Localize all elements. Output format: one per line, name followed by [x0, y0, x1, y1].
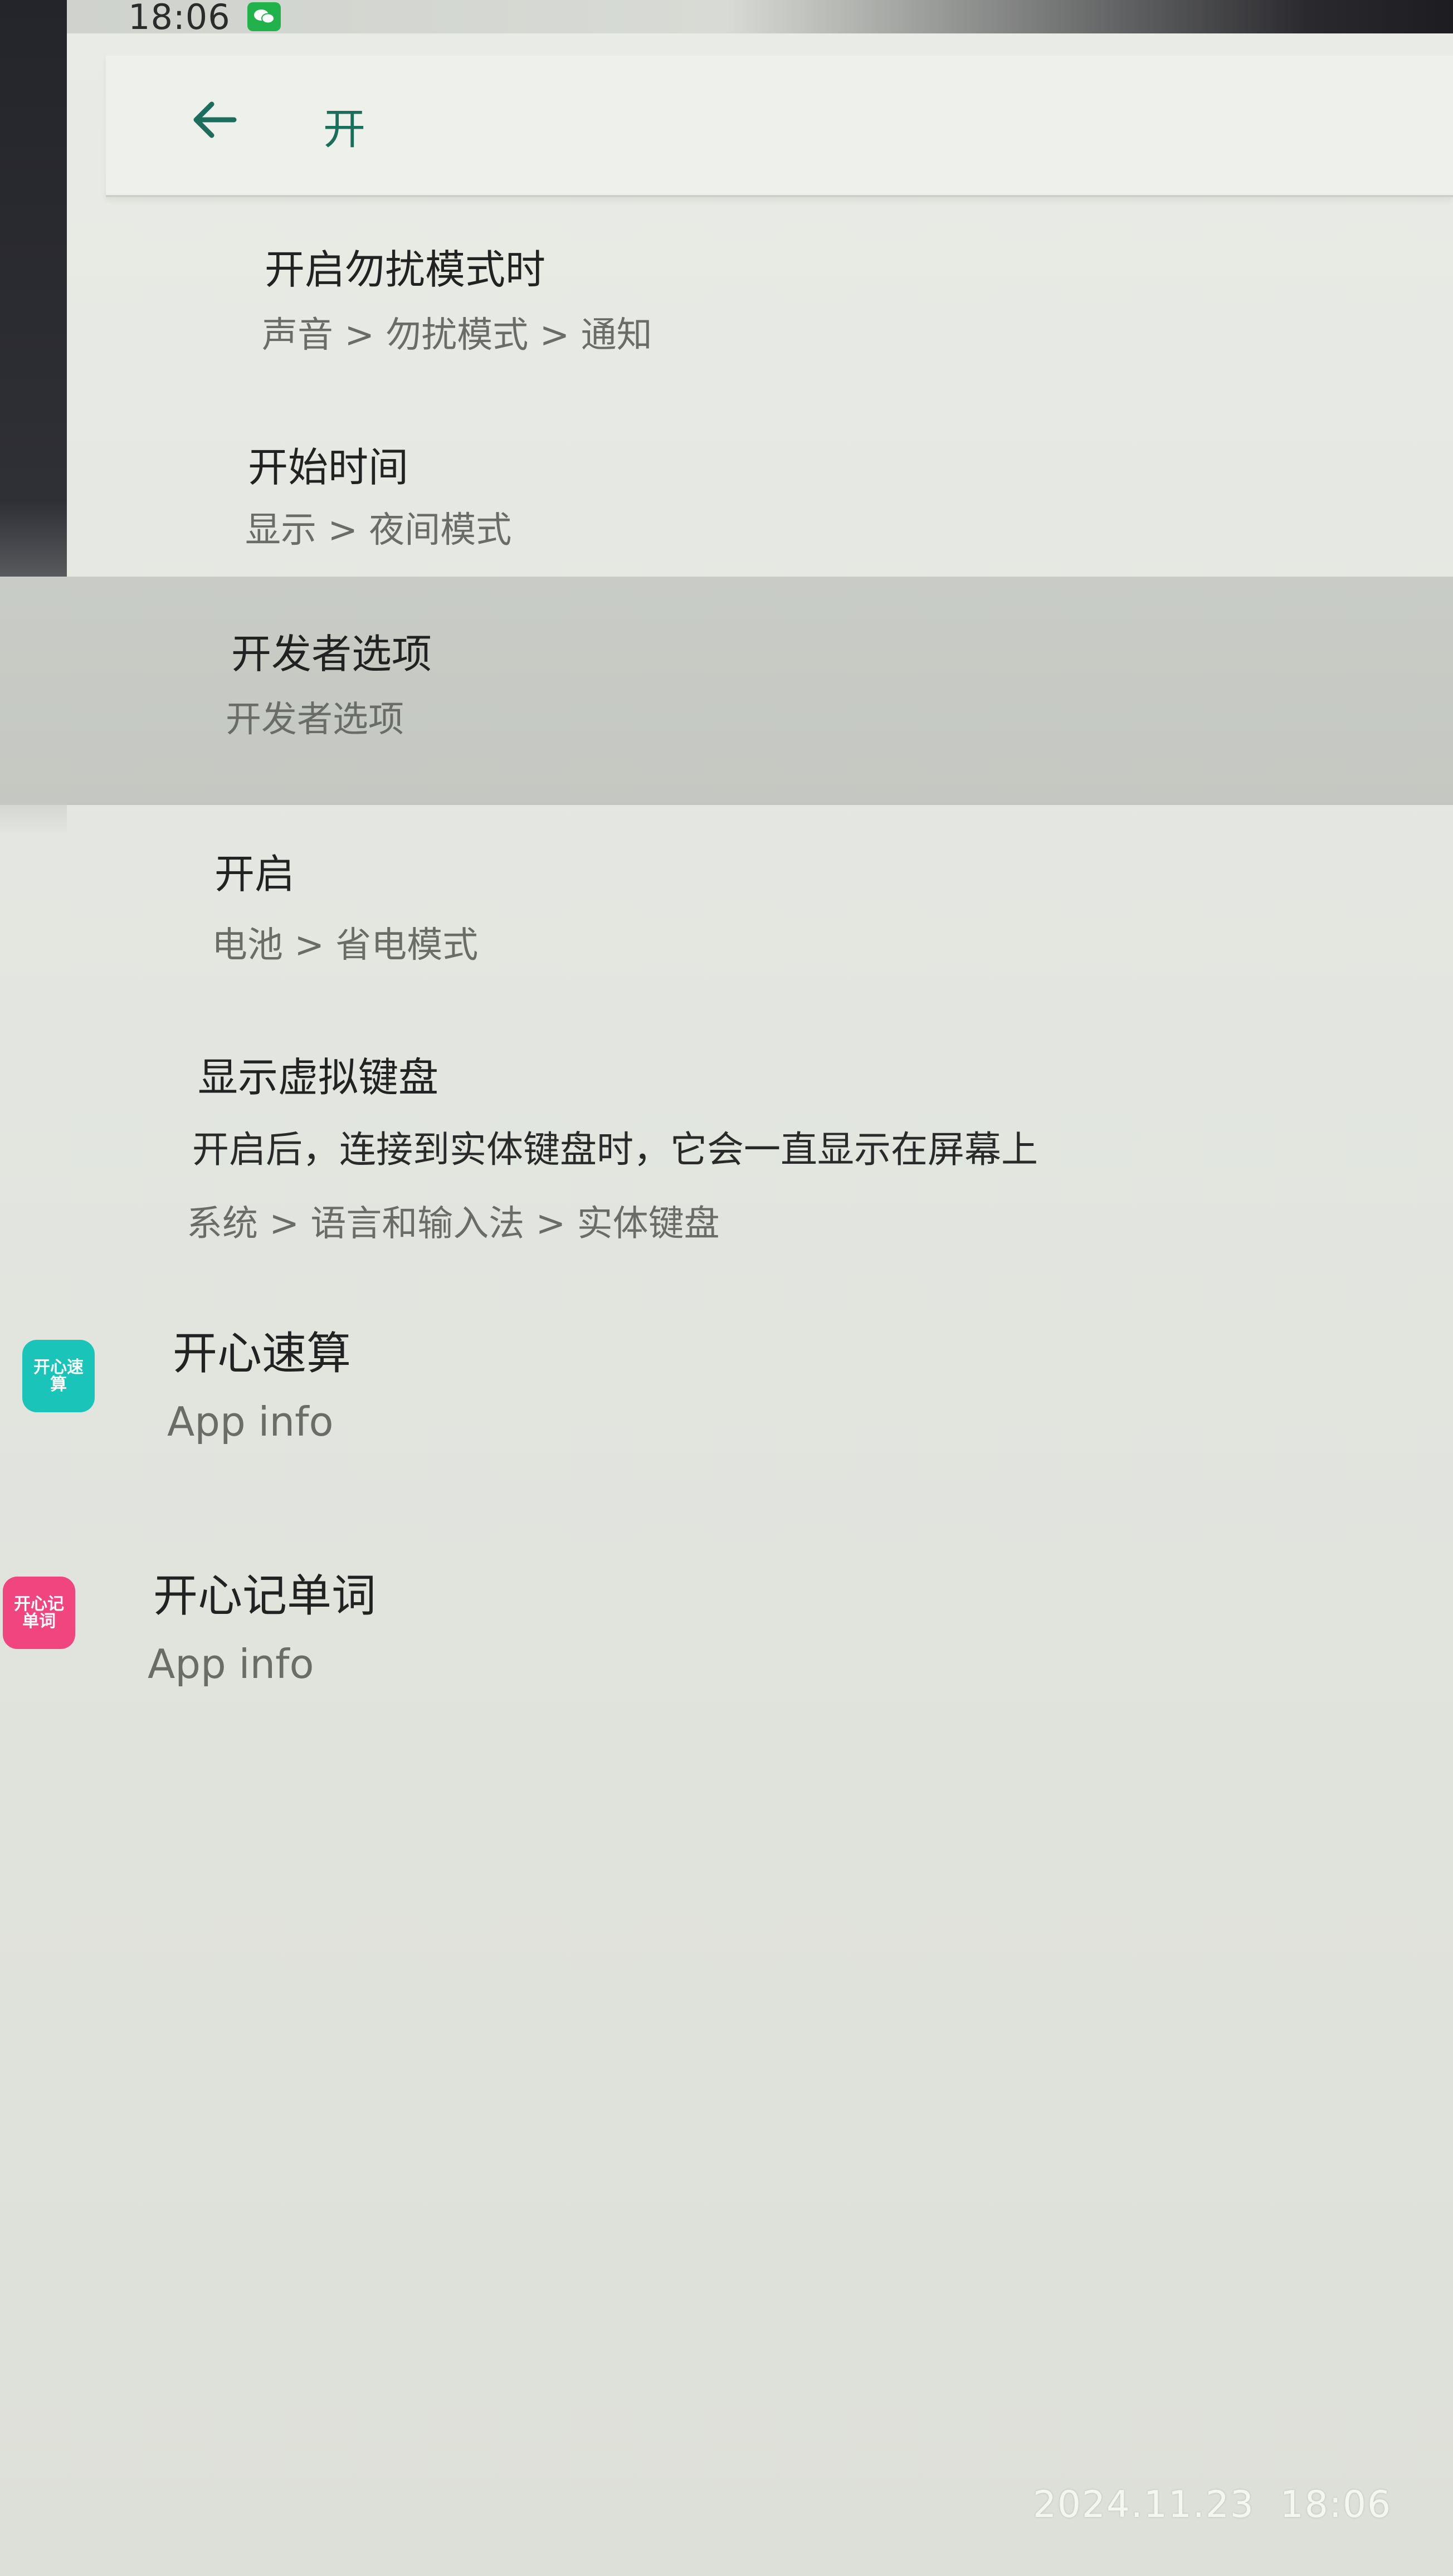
result-path: App info: [167, 1398, 334, 1445]
result-title: 开发者选项: [231, 631, 432, 677]
result-item-start-time[interactable]: 开始时间 显示 > 夜间模式: [0, 398, 1453, 577]
result-title: 开启: [214, 851, 295, 897]
status-time: 18:06: [128, 0, 231, 37]
search-toolbar: 开: [106, 56, 1453, 197]
result-path: 声音 > 勿扰模式 > 通知: [262, 315, 652, 356]
result-item-app-kaixin-susuan[interactable]: 开心速算 开心速算 App info: [0, 1306, 1453, 1540]
app-icon-label: 开心记单词: [14, 1594, 64, 1631]
result-item-app-kaixin-jidanci[interactable]: 开心记单词 开心记单词 App info: [0, 1540, 1453, 1774]
result-path: 显示 > 夜间模式: [245, 510, 512, 551]
result-item-virtual-keyboard[interactable]: 显示虚拟键盘 开启后，连接到实体键盘时，它会一直显示在屏幕上 系统 > 语言和输…: [0, 1017, 1453, 1306]
back-button[interactable]: [178, 86, 251, 153]
result-summary: 开启后，连接到实体键盘时，它会一直显示在屏幕上: [192, 1128, 1038, 1171]
app-icon-label: 开心速算: [33, 1357, 84, 1394]
search-query[interactable]: 开: [323, 95, 365, 156]
wechat-icon: [247, 2, 281, 31]
result-path: 系统 > 语言和输入法 > 实体键盘: [187, 1203, 720, 1245]
search-results-list: 开启勿扰模式时 声音 > 勿扰模式 > 通知 开始时间 显示 > 夜间模式 开发…: [0, 201, 1453, 1774]
result-title: 开始时间: [248, 444, 409, 491]
result-title: 开心速算: [173, 1328, 351, 1379]
arrow-left-icon: [193, 101, 237, 138]
result-path: App info: [148, 1641, 314, 1687]
photo-timestamp-watermark: 2024.11.23 18:06: [1032, 2483, 1392, 2526]
settings-search-screen: 18:06 开 开启勿扰模式时 声音 > 勿扰模式 > 通知 开始时间 显示 >…: [0, 0, 1453, 2576]
result-title: 显示虚拟键盘: [198, 1054, 439, 1101]
screen: 18:06 开 开启勿扰模式时 声音 > 勿扰模式 > 通知 开始时间 显示 >…: [0, 0, 1453, 2576]
result-title: 开启勿扰模式时: [265, 246, 546, 293]
app-icon-kaixin-susuan: 开心速算: [22, 1340, 95, 1412]
result-path: 开发者选项: [226, 699, 404, 740]
result-title: 开心记单词: [153, 1570, 376, 1622]
result-path: 电池 > 省电模式: [212, 925, 479, 966]
app-icon-kaixin-jidanci: 开心记单词: [3, 1577, 75, 1649]
status-bar: 18:06: [128, 0, 281, 37]
result-item-do-not-disturb[interactable]: 开启勿扰模式时 声音 > 勿扰模式 > 通知: [0, 201, 1453, 398]
result-item-battery-saver[interactable]: 开启 电池 > 省电模式: [0, 805, 1453, 1017]
result-item-developer-options[interactable]: 开发者选项 开发者选项: [0, 577, 1453, 805]
